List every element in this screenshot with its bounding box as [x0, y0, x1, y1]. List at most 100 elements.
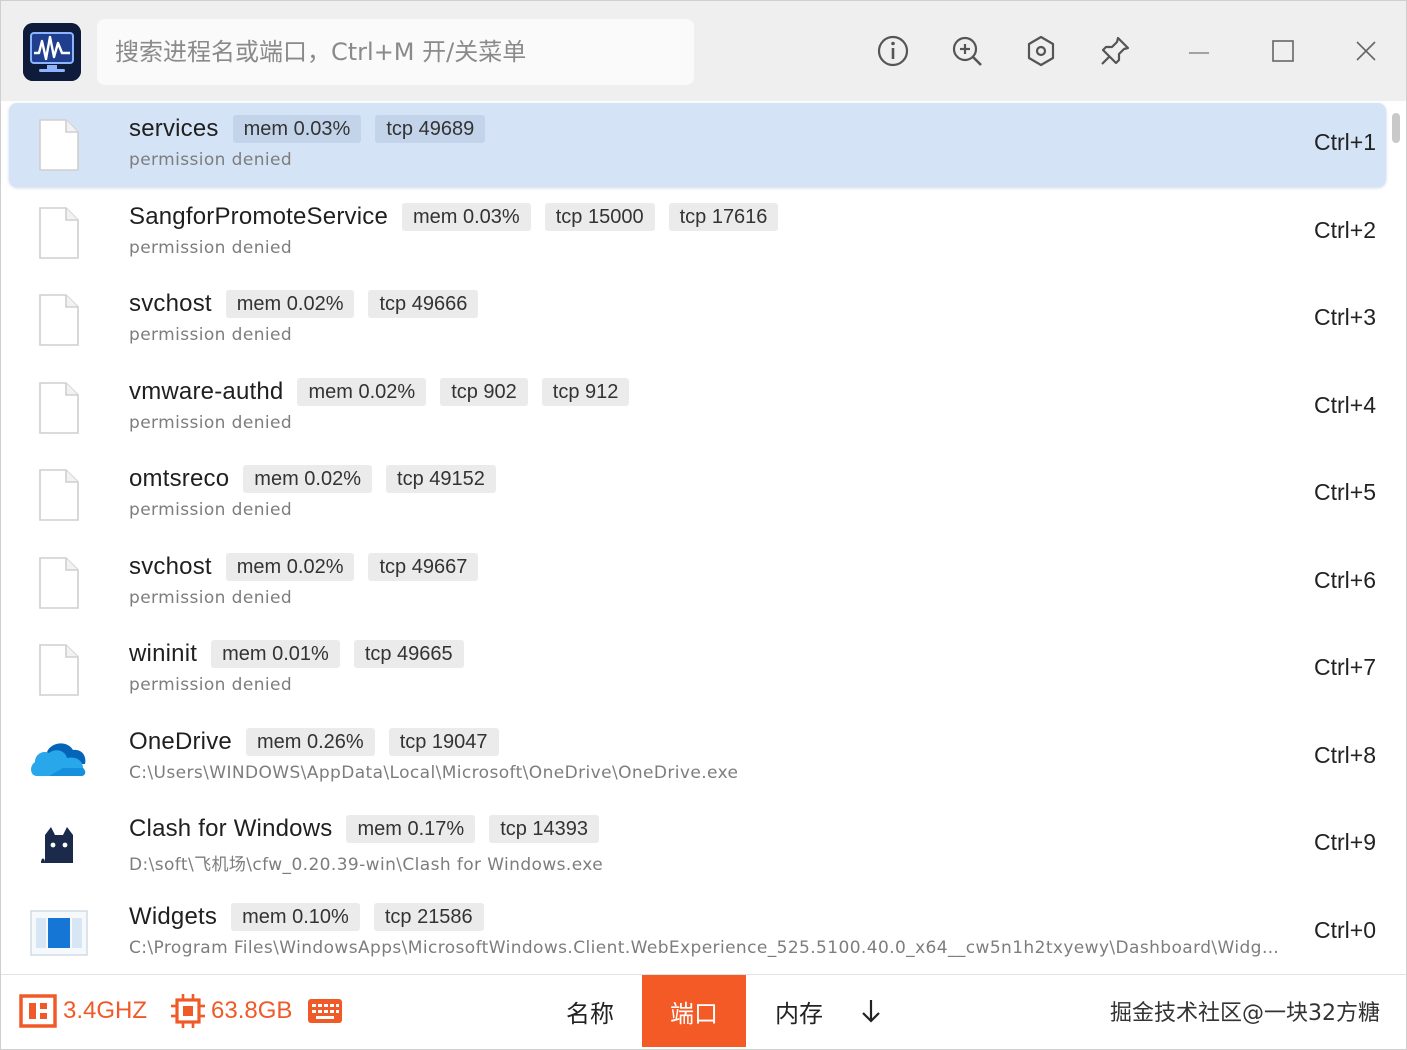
process-name: SangforPromoteService	[129, 202, 388, 230]
port-tag: tcp 912	[541, 377, 630, 406]
process-row[interactable]: vmware-authd mem 0.02% tcp 902 tcp 912 permi…	[9, 366, 1386, 450]
process-title: SangforPromoteService mem 0.03% tcp 15000 t…	[129, 201, 792, 233]
process-title: Clash for Windows mem 0.17% tcp 14393	[129, 813, 613, 845]
settings-button[interactable]	[1021, 31, 1061, 71]
memory-tag: mem 0.03%	[232, 115, 362, 143]
settings-icon	[1027, 35, 1055, 67]
pin-button[interactable]	[1095, 31, 1135, 71]
close-button[interactable]	[1346, 31, 1386, 71]
process-path: permission denied	[129, 237, 293, 258]
process-name: svchost	[129, 552, 212, 580]
app-window: services mem 0.03% tcp 49689 permission den…	[0, 0, 1407, 1050]
port-tag: tcp 17616	[668, 202, 779, 231]
pin-icon	[1101, 36, 1130, 65]
port-tag: tcp 49667	[368, 552, 479, 581]
search-input[interactable]	[97, 19, 694, 85]
sort-by-name-button[interactable]: 名称	[538, 975, 642, 1047]
process-title: services mem 0.03% tcp 49689	[129, 113, 499, 145]
file-icon	[27, 465, 91, 525]
file-icon	[27, 203, 91, 263]
watermark: 掘金技术社区@一块32方糖	[1110, 1001, 1380, 1026]
process-row[interactable]: svchost mem 0.02% tcp 49666 permission deni…	[9, 278, 1386, 362]
scrollbar-thumb[interactable]	[1392, 113, 1400, 143]
port-tag: tcp 15000	[544, 202, 655, 231]
sort-by-port-button[interactable]: 端口	[642, 975, 746, 1047]
memory-tag: mem 0.03%	[402, 202, 531, 231]
info-icon	[877, 35, 909, 67]
cpu-frequency: 3.4GHZ	[63, 997, 148, 1024]
process-path: C:\Users\WINDOWS\AppData\Local\Microsoft…	[129, 762, 739, 783]
process-row[interactable]: SangforPromoteService mem 0.03% tcp 15000 t…	[9, 191, 1386, 275]
zoom-in-button[interactable]	[947, 31, 987, 71]
process-path: permission denied	[129, 500, 293, 520]
status-bar: 3.4GHZ 63.8GB 名称 端口 内存 掘金技术社区@一块32方糖	[1, 974, 1406, 1049]
keyboard-icon	[308, 999, 342, 1023]
process-row[interactable]: svchost mem 0.02% tcp 49667 permission deni…	[9, 541, 1386, 625]
port-tag: tcp 14393	[489, 815, 600, 843]
process-row[interactable]: OneDrive mem 0.26% tcp 19047 C:\Users\WINDO…	[9, 716, 1386, 800]
process-name: Widgets	[129, 902, 218, 930]
shortcut-label: Ctrl+7	[1314, 654, 1376, 680]
port-tag: tcp 902	[440, 377, 528, 406]
app-logo-icon	[23, 23, 81, 81]
arrow-down-icon	[862, 1000, 880, 1023]
process-row[interactable]: Clash for Windows mem 0.17% tcp 14393 D:\so…	[9, 803, 1386, 887]
minimize-icon	[1189, 52, 1209, 54]
memory-size: 63.8GB	[211, 997, 293, 1024]
cpu-stat: 3.4GHZ	[19, 993, 147, 1029]
memory-tag: mem 0.01%	[211, 640, 340, 668]
process-row[interactable]: omtsreco mem 0.02% tcp 49152 permission den…	[9, 453, 1386, 537]
maximize-button[interactable]	[1263, 31, 1303, 71]
port-tag: tcp 49689	[375, 115, 486, 143]
minimize-button[interactable]	[1179, 31, 1219, 71]
keyboard-stat[interactable]	[307, 993, 349, 1029]
info-button[interactable]	[873, 31, 913, 71]
close-icon	[1356, 41, 1376, 61]
clash-cat-icon	[27, 815, 91, 875]
process-path: permission denied	[129, 587, 293, 608]
process-name: svchost	[129, 290, 212, 317]
shortcut-label: Ctrl+9	[1314, 829, 1376, 855]
zoom-in-icon	[952, 36, 982, 66]
shortcut-label: Ctrl+2	[1314, 216, 1376, 243]
file-icon	[27, 378, 91, 438]
port-tag: tcp 49665	[353, 640, 464, 668]
memory-tag: mem 0.02%	[225, 290, 355, 318]
file-icon	[27, 290, 91, 350]
process-path: permission denied	[129, 150, 293, 170]
shortcut-label: Ctrl+3	[1314, 304, 1376, 330]
process-name: vmware-authd	[129, 377, 284, 405]
process-path: D:\soft\飞机场\cfw_0.20.39-win\Clash for Wi…	[129, 855, 604, 875]
sort-direction-button[interactable]	[853, 993, 889, 1029]
process-title: omtsreco mem 0.02% tcp 49152	[129, 463, 510, 495]
process-row[interactable]: wininit mem 0.01% tcp 49665 permission deni…	[9, 628, 1386, 712]
shortcut-label: Ctrl+0	[1314, 916, 1376, 943]
port-tag: tcp 49666	[368, 290, 479, 318]
process-name: wininit	[129, 640, 198, 667]
process-title: Widgets mem 0.10% tcp 21586	[129, 901, 498, 933]
process-title: OneDrive mem 0.26% tcp 19047	[129, 726, 513, 758]
process-name: services	[129, 115, 219, 142]
process-row[interactable]: Widgets mem 0.10% tcp 21586 C:\Program File…	[9, 891, 1386, 975]
port-tag: tcp 49152	[386, 465, 496, 493]
sort-by-memory-button[interactable]: 内存	[747, 975, 851, 1047]
memory-tag: mem 0.02%	[297, 377, 427, 406]
shortcut-label: Ctrl+5	[1314, 479, 1376, 505]
shortcut-label: Ctrl+6	[1314, 566, 1376, 593]
process-title: wininit mem 0.01% tcp 49665	[129, 638, 478, 670]
chip-icon	[171, 994, 205, 1028]
shortcut-label: Ctrl+4	[1314, 391, 1376, 418]
file-icon	[27, 640, 91, 700]
process-path: permission denied	[129, 675, 293, 695]
memory-stat: 63.8GB	[171, 993, 292, 1029]
port-tag: tcp 21586	[373, 902, 484, 931]
cpu-icon	[19, 994, 57, 1028]
file-icon	[27, 553, 91, 613]
memory-tag: mem 0.10%	[231, 902, 360, 931]
process-title: vmware-authd mem 0.02% tcp 902 tcp 912	[129, 376, 643, 408]
process-row[interactable]: services mem 0.03% tcp 49689 permission den…	[9, 103, 1386, 187]
file-icon	[27, 115, 91, 175]
process-name: OneDrive	[129, 727, 232, 755]
memory-tag: mem 0.02%	[225, 552, 355, 581]
port-tag: tcp 19047	[388, 727, 499, 756]
